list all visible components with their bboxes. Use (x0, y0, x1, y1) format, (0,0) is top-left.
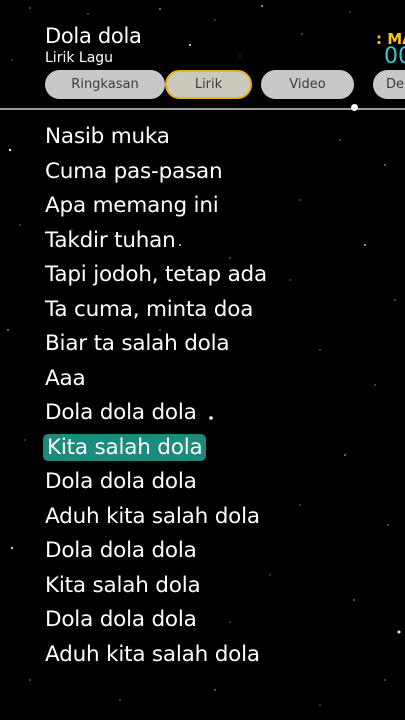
lyric-text: Kita salah dola (45, 572, 201, 598)
tab-video[interactable]: Video (261, 70, 354, 99)
lyric-line[interactable]: Aduh kita salah dola (45, 500, 385, 535)
header: Dola dola Lirik Lagu : MA 00 Ringkasan L… (0, 0, 405, 110)
lyric-line[interactable]: Dola dola dola (45, 396, 385, 431)
header-divider (0, 108, 405, 110)
lyric-text: Biar ta salah dola (45, 331, 230, 356)
lyric-line[interactable]: Tapi jodoh, tetap ada (45, 258, 385, 293)
lyric-text: Aaa (45, 365, 86, 391)
lyric-text: Dola dola dola (45, 607, 197, 632)
lyric-line[interactable]: Ta cuma, minta doa (45, 293, 385, 328)
lyric-line[interactable]: Apa memang ini (45, 189, 385, 224)
lyric-text: Dola dola dola (45, 400, 197, 425)
tab-bar: Ringkasan Lirik Video De (0, 70, 405, 100)
lyric-line-current[interactable]: Kita salah dola (43, 431, 385, 466)
lyric-text: Cuma pas-pasan (45, 158, 223, 184)
lyric-text: Takdir tuhan (45, 227, 176, 253)
lyric-text: Tapi jodoh, tetap ada (45, 262, 267, 287)
song-subtitle: Lirik Lagu (45, 50, 114, 66)
lyric-line[interactable]: Aaa (45, 362, 385, 397)
corner-number: 00 (384, 44, 405, 69)
lyric-line[interactable]: Dola dola dola (45, 534, 385, 569)
lyric-line[interactable]: Cuma pas-pasan (45, 155, 385, 190)
scroll-position-dot (351, 104, 358, 111)
tab-detail[interactable]: De (373, 70, 405, 99)
lyric-text: Aduh kita salah dola (45, 641, 260, 667)
lyrics-list[interactable]: Nasib muka Cuma pas-pasan Apa memang ini Ta… (43, 120, 385, 673)
lyric-line[interactable]: Kita salah dola (45, 569, 385, 604)
lyric-text: Apa memang ini (45, 193, 219, 218)
song-title: Dola dola (45, 24, 142, 48)
lyric-line[interactable]: Takdir tuhan (45, 224, 385, 259)
lyric-line[interactable]: Biar ta salah dola (45, 327, 385, 362)
lyric-line[interactable]: Nasib muka (45, 120, 385, 155)
lyric-line[interactable]: Dola dola dola (45, 465, 385, 500)
lyric-text: Aduh kita salah dola (45, 503, 260, 529)
lyric-line[interactable]: Dola dola dola (45, 603, 385, 638)
lyric-text: Nasib muka (45, 124, 170, 149)
lyric-text: Dola dola dola (45, 469, 197, 494)
lyric-line[interactable]: Aduh kita salah dola (45, 638, 385, 673)
lyric-text: Kita salah dola (43, 433, 207, 461)
lyric-text: Dola dola dola (45, 538, 197, 563)
tab-ringkasan[interactable]: Ringkasan (45, 70, 165, 99)
lyric-text: Ta cuma, minta doa (45, 296, 254, 322)
tab-lirik[interactable]: Lirik (165, 70, 252, 99)
